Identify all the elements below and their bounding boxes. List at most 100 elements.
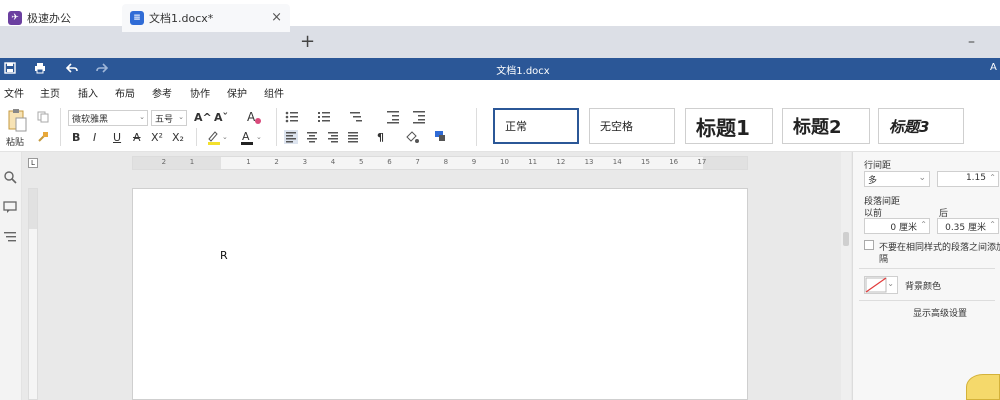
style-no-spacing[interactable]: 无空格 [589,108,675,144]
app-logo-icon: ✈ [8,11,22,25]
ruler-tick-label: 8 [443,158,449,166]
new-tab-button[interactable]: + [300,32,315,52]
ruler-tick-label: 15 [641,158,650,166]
space-before-input[interactable]: 0 厘米 ⌃ [864,218,930,234]
highlight-color-icon[interactable]: ⌄ [206,129,230,145]
scrollbar-thumb[interactable] [843,232,849,246]
menu-references[interactable]: 参考 [152,85,172,100]
underline-button[interactable]: U [113,131,121,145]
account-initial[interactable]: A [990,62,997,73]
space-before-value: 0 厘米 [890,223,917,233]
menu-file[interactable]: 文件 [4,85,24,100]
menu-protect[interactable]: 保护 [227,85,247,100]
clear-format-icon[interactable]: A [246,109,262,125]
ruler-tick-label: 12 [556,158,566,166]
divider [60,108,61,146]
font-name-dropdown[interactable]: 微软雅黑 ⌄ [68,110,148,126]
svg-text:⌄: ⌄ [256,133,262,141]
ruler-tick-label: 10 [500,158,509,166]
background-color-picker[interactable]: ⌄ [864,276,898,294]
chevron-down-icon: ⌄ [139,113,145,121]
list-icons [285,111,362,123]
line-spacing-mode-dropdown[interactable]: 多 ⌄ [864,171,930,187]
alignment-icons[interactable] [284,130,364,144]
ruler-tick-label: 11 [528,158,538,166]
no-space-checkbox[interactable] [864,240,874,250]
divider [276,108,277,146]
no-space-label: 不要在相同样式的段落之间添加 [879,243,1000,253]
copy-icon[interactable] [37,111,49,123]
ruler-tick-label: 5 [359,158,364,166]
minimize-button[interactable]: – [968,34,975,50]
close-icon[interactable]: × [271,10,282,25]
divider [476,108,477,146]
shrink-font-button[interactable]: Aˇ [214,111,228,125]
ruler-margin-left [133,157,221,169]
divider [859,268,995,269]
grow-font-button[interactable]: A^ [194,111,212,125]
ruler-tick-label: 7 [415,158,420,166]
assistant-mascot-icon[interactable] [966,374,1000,400]
menu-plugins[interactable]: 组件 [264,85,284,100]
borders-icon[interactable] [434,130,450,144]
document-page[interactable]: R [132,188,748,400]
format-painter-icon[interactable] [37,131,49,143]
no-color-swatch-icon [865,277,887,293]
document-text[interactable]: R [220,249,228,262]
spinner-icon[interactable]: ⌃ [989,173,996,182]
paste-label: 粘贴 [6,138,25,148]
vertical-ruler[interactable] [28,188,38,400]
line-spacing-value-input[interactable]: 1.15 ⌃ [937,171,999,187]
font-size-value: 五号 [155,115,174,125]
menu-insert[interactable]: 插入 [78,85,98,100]
chevron-down-icon: ⌄ [178,113,184,121]
tab-document[interactable]: ≡ 文档1.docx* × [122,4,290,32]
document-icon: ≡ [130,11,144,25]
tab-app-home[interactable]: ✈ 极速办公 [0,4,120,32]
left-toolbar [0,152,22,400]
indent-icons[interactable] [386,110,434,124]
style-heading-1[interactable]: 标题1 [685,108,773,144]
style-normal[interactable]: 正常 [493,108,579,144]
horizontal-ruler[interactable]: 2 1 1 2 3 4 5 6 7 8 9 10 11 12 13 14 15 16 17 [132,156,748,170]
pilcrow-button[interactable]: ¶ [377,131,384,145]
menu-collaborate[interactable]: 协作 [190,85,210,100]
title-bar: 文档1.docx A [0,58,1000,80]
paste-icon[interactable] [6,108,28,132]
strikethrough-button[interactable]: A [133,131,141,145]
spinner-icon[interactable]: ⌃ [989,220,996,229]
font-color-icon[interactable]: A ⌄ [240,129,264,145]
ruler-tick-label: 1 [189,158,195,166]
show-advanced-settings-link[interactable]: 显示高级设置 [913,306,967,319]
tab-stop-selector[interactable]: L [28,158,38,168]
shading-icon[interactable] [404,129,424,145]
italic-button[interactable]: I [93,131,96,145]
subscript-button[interactable]: X₂ [172,131,184,145]
ruler-tick-label: 17 [697,158,707,166]
svg-text:A: A [242,130,250,143]
bold-button[interactable]: B [72,131,80,145]
search-icon[interactable] [3,170,17,184]
ruler-tick-label: 14 [612,158,622,166]
style-heading-3[interactable]: 标题3 [878,108,964,144]
comment-icon[interactable] [3,200,17,214]
spinner-icon[interactable]: ⌃ [920,220,927,229]
style-heading-2[interactable]: 标题2 [782,108,870,144]
menu-layout[interactable]: 布局 [115,85,135,100]
paragraph-settings-panel: 行间距 多 ⌄ 1.15 ⌃ 段落间距 以前 后 0 厘米 ⌃ 0.35 厘米 ⌃ 不要… [852,152,1000,400]
ruler-tick-label: 9 [471,158,477,166]
tab-label: 文档1.docx* [149,12,214,25]
svg-text:A: A [247,110,256,124]
divider [859,300,995,301]
vertical-scrollbar[interactable] [841,152,851,400]
ruler-tick-label: 16 [669,158,679,166]
divider [196,128,197,146]
line-spacing-mode-value: 多 [868,176,878,186]
font-size-dropdown[interactable]: 五号 ⌄ [151,110,187,126]
navigation-icon[interactable] [3,230,17,244]
ruler-margin-top [29,189,37,229]
ruler-tick-label: 6 [387,158,392,166]
chevron-down-icon: ⌄ [887,279,894,288]
superscript-button[interactable]: X² [151,131,163,145]
space-after-input[interactable]: 0.35 厘米 ⌃ [937,218,999,234]
